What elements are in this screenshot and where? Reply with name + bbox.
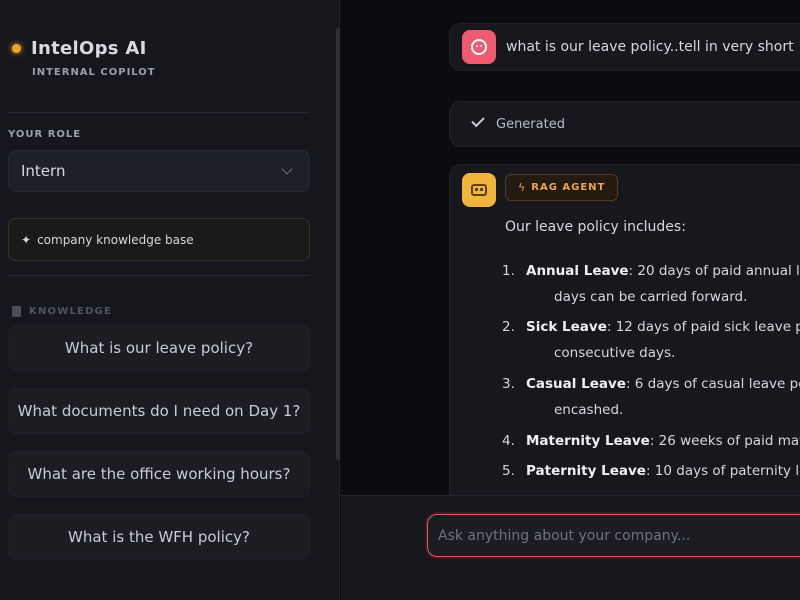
list-number: 5. (502, 463, 515, 479)
list-item-continuation: days can be carried forward. (554, 289, 748, 305)
role-value: Intern (21, 162, 66, 180)
answer-intro: Our leave policy includes: (505, 219, 686, 235)
list-item-title: Annual Leave (526, 263, 629, 279)
agent-badge-label: RAG AGENT (531, 182, 606, 193)
bot-avatar (462, 173, 496, 207)
list-item-text: : 20 days of paid annual lea (628, 263, 800, 279)
role-label: YOUR ROLE (8, 129, 82, 140)
robot-icon (471, 184, 487, 196)
user-message-text: what is our leave policy..tell in very s… (506, 39, 794, 55)
list-item-text: : 26 weeks of paid mate (649, 433, 800, 449)
suggested-question-button[interactable]: What documents do I need on Day 1? (8, 388, 310, 434)
list-item-text: : 12 days of paid sick leave pe (606, 319, 800, 335)
suggested-question-button[interactable]: What is our leave policy? (8, 325, 310, 371)
agent-badge: ϟ RAG AGENT (505, 174, 619, 201)
bolt-icon: ϟ (518, 181, 526, 194)
user-face-icon (471, 39, 487, 55)
list-item-continuation: encashed. (554, 402, 624, 418)
list-item: 4. Maternity Leave: 26 weeks of paid mate (502, 433, 800, 449)
assistant-message: ϟ RAG AGENT Our leave policy includes: 1… (449, 164, 800, 504)
list-item-title: Sick Leave (526, 319, 607, 335)
list-item: 5. Paternity Leave: 10 days of paternity … (502, 463, 800, 479)
chevron-down-icon (281, 163, 293, 175)
knowledge-base-label: company knowledge base (37, 232, 194, 247)
app-title: IntelOps AI (31, 38, 147, 59)
check-icon (471, 113, 485, 128)
composer-bar (341, 495, 800, 600)
list-item: 1. Annual Leave: 20 days of paid annual l… (502, 263, 800, 279)
chat-area: what is our leave policy..tell in very s… (341, 0, 800, 504)
list-item-text: : 6 days of casual leave per (625, 376, 800, 392)
list-item-title: Casual Leave (526, 376, 626, 392)
user-avatar (462, 30, 496, 64)
knowledge-base-chip[interactable]: ✦ company knowledge base (8, 218, 310, 261)
sidebar-scrollbar[interactable] (336, 28, 340, 460)
role-select[interactable]: Intern (8, 150, 310, 192)
chat-input-wrapper[interactable] (427, 514, 800, 557)
knowledge-section-header: KNOWLEDGE (12, 306, 112, 317)
brand: IntelOps AI (12, 38, 147, 59)
status-text: Generated (496, 117, 565, 132)
generation-status[interactable]: Generated (449, 101, 800, 147)
sparkle-icon: ✦ (21, 232, 32, 247)
list-number: 3. (502, 376, 515, 392)
user-message: what is our leave policy..tell in very s… (449, 23, 800, 71)
list-number: 4. (502, 433, 515, 449)
status-dot-icon (12, 44, 21, 53)
knowledge-label: KNOWLEDGE (29, 306, 112, 317)
list-item-text: : 10 days of paternity lea (645, 463, 800, 479)
sidebar: IntelOps AI INTERNAL COPILOT YOUR ROLE I… (0, 0, 340, 600)
chat-input[interactable] (438, 515, 800, 556)
app-subtitle: INTERNAL COPILOT (32, 67, 156, 78)
document-icon (12, 306, 21, 317)
list-item-title: Paternity Leave (526, 463, 646, 479)
list-item: 2. Sick Leave: 12 days of paid sick leave… (502, 319, 800, 335)
suggested-question-button[interactable]: What is the WFH policy? (8, 514, 310, 560)
suggested-question-button[interactable]: What are the office working hours? (8, 451, 310, 497)
list-item-continuation: consecutive days. (554, 345, 676, 361)
list-number: 1. (502, 263, 515, 279)
list-number: 2. (502, 319, 515, 335)
list-item: 3. Casual Leave: 6 days of casual leave p… (502, 376, 800, 392)
divider (8, 275, 310, 276)
divider (8, 112, 310, 113)
list-item-title: Maternity Leave (526, 433, 650, 449)
